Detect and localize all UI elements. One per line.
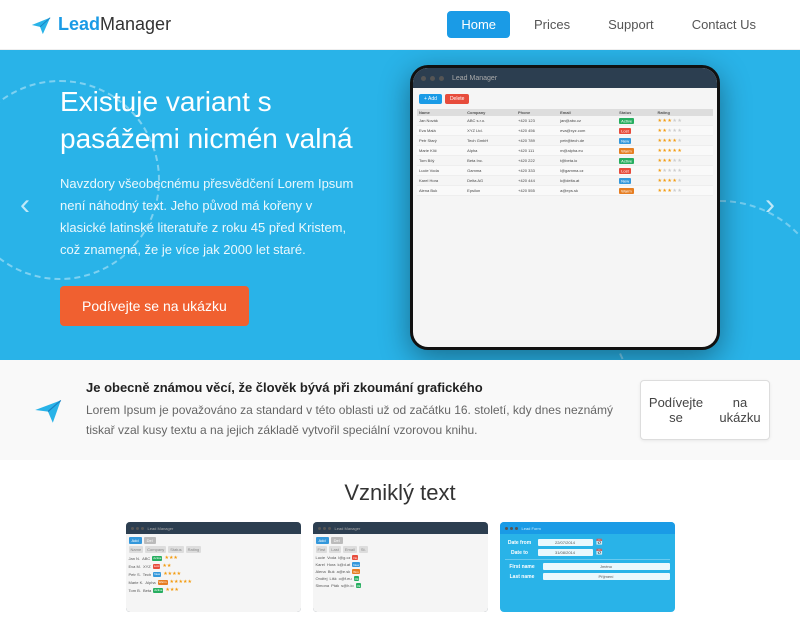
feature-card-3: Lead Form Date from 22/07/2014 📅 Date to… bbox=[500, 522, 675, 612]
hero-title: Existuje variant s pasážemi nicmén valná bbox=[60, 84, 360, 157]
tablet-header: Lead Manager bbox=[413, 68, 717, 88]
tablet-screen: Lead Manager + Add Delete Name Company P… bbox=[413, 68, 717, 347]
logo: LeadManager bbox=[30, 14, 171, 36]
tablet-mockup: Lead Manager + Add Delete Name Company P… bbox=[410, 65, 720, 350]
carousel-prev-button[interactable]: ‹ bbox=[20, 188, 30, 222]
table-row: Jan NovákABC s.r.o.+420 123jan@abc.cz Ac… bbox=[417, 116, 713, 126]
card2-body: Add Del First Last Email St. LucieVodal@… bbox=[313, 534, 488, 593]
hero-cta-button[interactable]: Podívejte se na ukázku bbox=[60, 286, 249, 326]
tablet-data-table: Name Company Phone Email Status Rating J… bbox=[417, 109, 713, 196]
table-row: Eva MaláXYZ Ltd.+420 456eva@xyz.com Lost… bbox=[417, 126, 713, 136]
features-title: Vzniklý text bbox=[30, 480, 770, 506]
info-section: Je obecně známou věcí, že člověk bývá př… bbox=[0, 360, 800, 460]
nav-home[interactable]: Home bbox=[447, 11, 510, 38]
features-section: Vzniklý text Lead Manager Add Del Name C… bbox=[0, 460, 800, 627]
info-cta-button[interactable]: Podívejte sena ukázku bbox=[640, 380, 770, 440]
logo-icon bbox=[30, 14, 52, 36]
info-text: Je obecně známou věcí, že člověk bývá př… bbox=[86, 380, 620, 439]
card1-screen: Lead Manager Add Del Name Company Status… bbox=[126, 522, 301, 612]
tablet-body: + Add Delete Name Company Phone Email St… bbox=[413, 88, 717, 200]
info-icon-wrap bbox=[30, 392, 66, 428]
info-heading: Je obecně známou věcí, že člověk bývá př… bbox=[86, 380, 620, 395]
hero-description: Navzdory všeobecnému přesvědčení Lorem I… bbox=[60, 173, 360, 261]
carousel-next-button[interactable]: › bbox=[765, 188, 775, 222]
nav: Home Prices Support Contact Us bbox=[447, 11, 770, 38]
feature-card-1: Lead Manager Add Del Name Company Status… bbox=[126, 522, 301, 612]
feature-card-2: Lead Manager Add Del First Last Email St… bbox=[313, 522, 488, 612]
hero-content: Existuje variant s pasážemi nicmén valná… bbox=[0, 54, 420, 355]
card2-screen: Lead Manager Add Del First Last Email St… bbox=[313, 522, 488, 612]
table-row: Alena BukEpsilon+420 555a@eps.sk Warm ★★… bbox=[417, 186, 713, 196]
card1-header: Lead Manager bbox=[126, 522, 301, 534]
table-row: Lucie VodaGamma+420 333l@gamma.cz Lost ★… bbox=[417, 166, 713, 176]
table-row: Petr StarýTech GmbH+420 789petr@tech.de … bbox=[417, 136, 713, 146]
table-row: Tom BílýBeta Inc.+420 222t@beta.io Activ… bbox=[417, 156, 713, 166]
header: LeadManager Home Prices Support Contact … bbox=[0, 0, 800, 50]
table-row: Marie KlíčAlpha+420 111m@alpha.eu Warm ★… bbox=[417, 146, 713, 156]
logo-text: LeadManager bbox=[58, 14, 171, 35]
card3-body: Lead Form Date from 22/07/2014 📅 Date to… bbox=[500, 522, 675, 612]
nav-prices[interactable]: Prices bbox=[520, 11, 584, 38]
nav-support[interactable]: Support bbox=[594, 11, 668, 38]
card2-header: Lead Manager bbox=[313, 522, 488, 534]
hero-section: ‹ Existuje variant s pasážemi nicmén val… bbox=[0, 50, 800, 360]
features-grid: Lead Manager Add Del Name Company Status… bbox=[30, 522, 770, 612]
paper-plane-icon bbox=[32, 394, 64, 426]
nav-contact[interactable]: Contact Us bbox=[678, 11, 770, 38]
card1-body: Add Del Name Company Status Rating Jan N… bbox=[126, 534, 301, 598]
table-row: Karel HoraDelta AG+420 444k@delta.at New… bbox=[417, 176, 713, 186]
info-body: Lorem Ipsum je považováno za standard v … bbox=[86, 401, 620, 439]
